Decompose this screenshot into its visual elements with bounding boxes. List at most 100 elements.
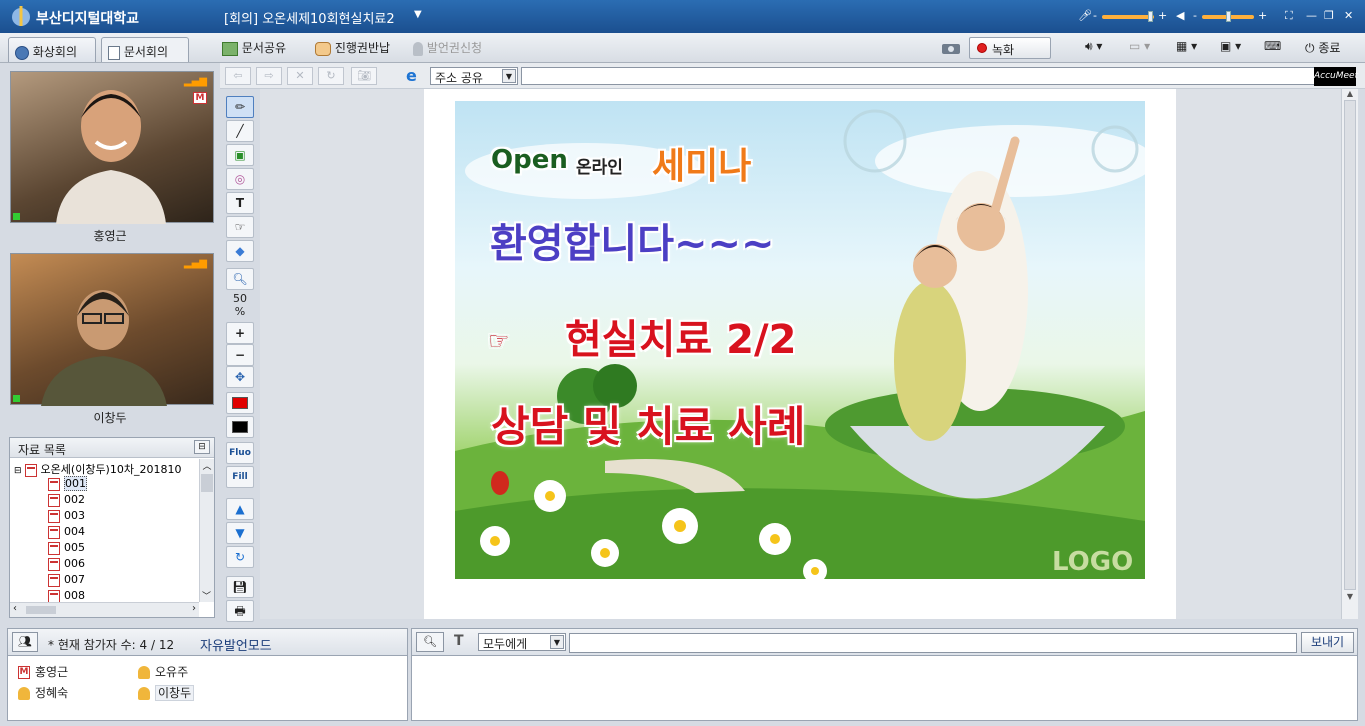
zoom-icon[interactable]: 🔍︎ [226,268,254,290]
page-item[interactable]: 008 [48,589,85,603]
chevron-down-icon[interactable]: ▼ [502,69,516,83]
zoom-in-button[interactable]: + [226,322,254,344]
chat-message-input[interactable] [569,633,1297,653]
close-button[interactable]: ✕ [1344,9,1353,22]
page-item[interactable]: 003 [48,509,85,523]
refresh-button[interactable]: ↻ [318,67,344,85]
page-item[interactable]: 006 [48,557,85,571]
text-tool-icon[interactable]: T [226,192,254,214]
tree-root[interactable]: ⊟ 오온세(이창두)10차_201810 [14,461,181,477]
tab-video-conference[interactable]: 화상회의 [8,37,96,62]
url-input[interactable]: ▼ [521,67,1330,85]
participant-item[interactable]: M 홍영근 [18,663,68,680]
chevron-down-icon[interactable]: ▼ [550,635,564,649]
pen-color-picker[interactable] [226,392,254,414]
capture-button[interactable]: 📷︎ [351,67,377,85]
document-scrollbar[interactable]: ▲ ▼ [1341,89,1358,619]
forward-button[interactable]: ⇨ [256,67,282,85]
line-tool-icon[interactable]: ╱ [226,120,254,142]
eraser-tool-icon[interactable]: ◆ [226,240,254,262]
print-icon[interactable]: 🖶 [226,600,254,622]
host-badge-icon: M [193,92,207,104]
mic-minus[interactable]: - [1093,9,1097,22]
next-page-icon[interactable]: ▼ [226,522,254,544]
video-feed-1[interactable]: ▂▄▆ M [10,71,214,224]
send-button[interactable]: 보내기 [1301,632,1354,653]
share-document-button[interactable]: 문서공유 [222,39,286,56]
file-list-hscrollbar[interactable]: ‹ › [10,602,199,617]
page-item[interactable]: 002 [48,493,85,507]
chat-target-select[interactable]: 모두에게 ▼ [478,633,566,651]
participant-item[interactable]: 정혜숙 [18,684,68,701]
stamp-tool-icon[interactable]: ☞ [226,216,254,238]
hscroll-thumb[interactable] [26,606,56,614]
page-item[interactable]: 007 [48,573,85,587]
slide-image[interactable]: Open 온라인 세미나 환영합니다~~~ ☞ 현실치료 2/2 상담 및 치료… [455,101,1145,579]
speaker-volume-knob[interactable] [1226,11,1231,22]
page-item[interactable]: 001 [48,476,87,491]
mic-plus[interactable]: + [1158,9,1167,22]
scroll-left-icon[interactable]: ‹ [13,603,17,614]
exit-button[interactable]: ⏻ 종료 [1305,39,1340,56]
request-speak-button[interactable]: 발언권신청 [413,39,482,56]
slide-line3: 현실치료 2/2 [565,317,797,363]
page-item[interactable]: 005 [48,541,85,555]
room-title[interactable]: [회의] 오온세제10회현실치료2 [224,8,395,27]
scroll-up-icon[interactable]: ▲ [1342,89,1358,98]
record-button[interactable]: 녹화 [969,37,1051,59]
previous-page-icon[interactable]: ▲ [226,498,254,520]
sync-icon[interactable]: ↻ [226,546,254,568]
back-button[interactable]: ⇦ [225,67,251,85]
fluo-button[interactable]: Fluo [226,442,254,464]
pdf-icon [48,509,60,523]
grid-layout-button[interactable]: ▦ ▾ [1176,39,1197,53]
maximize-button[interactable]: ❐ [1324,9,1334,22]
scroll-right-icon[interactable]: › [192,603,196,614]
pdf-icon [48,525,60,539]
zoom-unit: % [234,305,246,318]
fit-page-icon[interactable]: ✥ [226,366,254,388]
ellipse-tool-icon[interactable]: ◎ [226,168,254,190]
save-icon[interactable]: 💾︎ [226,576,254,598]
fullscreen-icon[interactable]: ⛶ [1285,9,1293,23]
page-item[interactable]: 004 [48,525,85,539]
pencil-tool-icon[interactable]: ✏ [226,96,254,118]
return-control-button[interactable]: 진행권반납 [315,39,390,56]
status-indicator [13,395,20,402]
minimize-button[interactable]: — [1306,9,1317,22]
invite-user-icon[interactable]: 👥︎ [12,632,38,652]
collapse-icon[interactable]: ⊟ [14,466,22,476]
page-label: 005 [64,541,85,554]
page-layout-button[interactable]: ▭ ▾ [1129,39,1150,53]
speaker-minus[interactable]: - [1193,9,1197,22]
hand-icon [315,41,331,56]
room-dropdown-icon[interactable]: ▼ [414,9,422,20]
fill-button[interactable]: Fill [226,466,254,488]
participant-item[interactable]: 오유주 [138,663,188,680]
screen-mode-button[interactable]: ▣ ▾ [1220,39,1241,53]
speaker-plus[interactable]: + [1258,9,1267,22]
url-mode-select[interactable]: 주소 공유 ▼ [430,67,518,85]
audio-settings-button[interactable]: 🔊︎ ▾ [1085,39,1102,54]
text-format-icon[interactable]: T [454,633,464,649]
document-scroll-thumb[interactable] [1344,100,1356,590]
device-settings-icon[interactable]: ⌨︎ [1264,39,1281,53]
video-feed-2[interactable]: ▂▄▆ [10,253,214,406]
scroll-thumb[interactable] [201,474,213,492]
file-list-scrollbar[interactable]: ︿ ﹀ [199,459,214,602]
zoom-out-button[interactable]: − [226,344,254,366]
tab-document-conference[interactable]: 문서회의 [101,37,189,62]
participant-item[interactable]: 이창두 [138,684,195,701]
scroll-down-icon[interactable]: ▼ [1342,592,1358,601]
scroll-down-icon[interactable]: ﹀ [200,589,213,602]
mic-volume-slider[interactable] [1102,15,1154,19]
camera-icon[interactable] [941,40,965,56]
file-list-menu-icon[interactable]: ⊟ [194,440,210,454]
stop-button[interactable]: ✕ [287,67,313,85]
title-bar: 부산디지털대학교 [회의] 오온세제10회현실치료2 ▼ 🎤︎ - + ◀ - … [0,0,1365,33]
chat-search-icon[interactable]: 🔍︎ [416,632,444,652]
fill-color-picker[interactable] [226,416,254,438]
rectangle-tool-icon[interactable]: ▣ [226,144,254,166]
scroll-up-icon[interactable]: ︿ [200,459,214,472]
mic-volume-knob[interactable] [1148,11,1153,22]
